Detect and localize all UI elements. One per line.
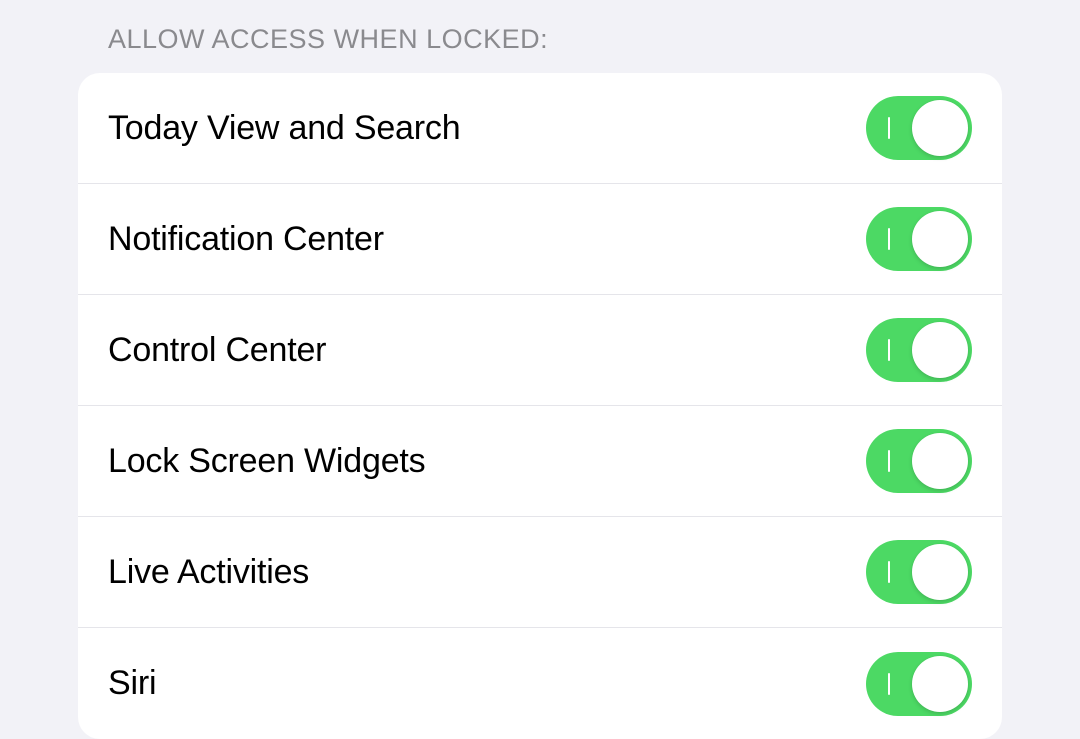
toggle-on-indicator-icon xyxy=(888,117,890,139)
row-siri: Siri xyxy=(78,628,1002,739)
toggle-on-indicator-icon xyxy=(888,228,890,250)
toggle-live-activities[interactable] xyxy=(866,540,972,604)
row-label-live-activities: Live Activities xyxy=(108,553,309,592)
toggle-on-indicator-icon xyxy=(888,561,890,583)
toggle-lock-screen-widgets[interactable] xyxy=(866,429,972,493)
row-lock-screen-widgets: Lock Screen Widgets xyxy=(78,406,1002,517)
row-label-lock-screen-widgets: Lock Screen Widgets xyxy=(108,442,425,481)
toggle-today-view[interactable] xyxy=(866,96,972,160)
toggle-on-indicator-icon xyxy=(888,673,890,695)
toggle-knob xyxy=(912,211,968,267)
row-live-activities: Live Activities xyxy=(78,517,1002,628)
section-header-allow-access: Allow Access When Locked: xyxy=(0,0,1080,73)
row-control-center: Control Center xyxy=(78,295,1002,406)
toggle-siri[interactable] xyxy=(866,652,972,716)
toggle-knob xyxy=(912,544,968,600)
toggle-on-indicator-icon xyxy=(888,339,890,361)
toggle-notification-center[interactable] xyxy=(866,207,972,271)
row-label-today-view: Today View and Search xyxy=(108,109,460,148)
row-label-notification-center: Notification Center xyxy=(108,220,384,259)
row-today-view: Today View and Search xyxy=(78,73,1002,184)
toggle-knob xyxy=(912,656,968,712)
toggle-control-center[interactable] xyxy=(866,318,972,382)
row-label-siri: Siri xyxy=(108,664,156,703)
toggle-knob xyxy=(912,322,968,378)
toggle-knob xyxy=(912,433,968,489)
settings-group-allow-access: Today View and Search Notification Cente… xyxy=(78,73,1002,739)
row-label-control-center: Control Center xyxy=(108,331,326,370)
row-notification-center: Notification Center xyxy=(78,184,1002,295)
toggle-knob xyxy=(912,100,968,156)
toggle-on-indicator-icon xyxy=(888,450,890,472)
